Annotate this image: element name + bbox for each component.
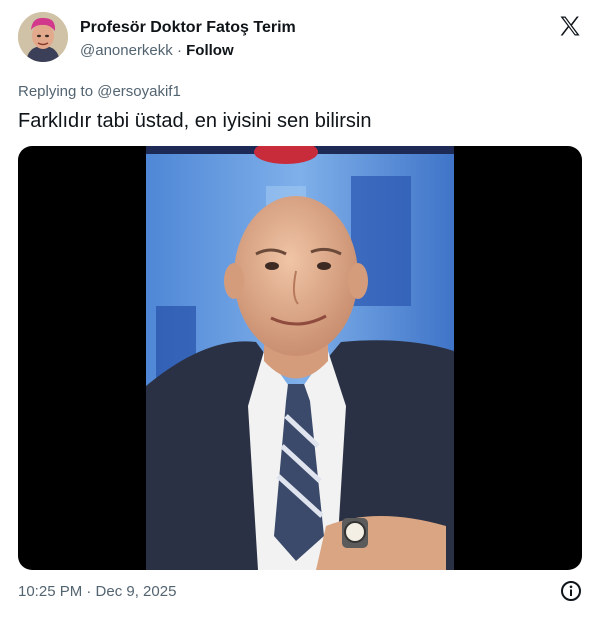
avatar-image — [18, 12, 68, 62]
author-handle-line: @anonerkekk · Follow — [80, 41, 296, 61]
info-icon[interactable] — [560, 580, 582, 602]
tweet-timestamp[interactable]: 10:25 PM · Dec 9, 2025 — [18, 582, 176, 602]
tweet-text: Farklıdır tabi üstad, en iyisini sen bil… — [18, 110, 372, 132]
tweet-header: Profesör Doktor Fatoş Terim @anonerkekk … — [18, 12, 582, 68]
reply-mention-link[interactable]: @ersoyakif1 — [97, 83, 181, 100]
tweet-media[interactable] — [18, 146, 582, 570]
author-info: Profesör Doktor Fatoş Terim @anonerkekk … — [80, 18, 296, 61]
tweet-footer: 10:25 PM · Dec 9, 2025 — [18, 580, 582, 604]
author-display-name[interactable]: Profesör Doktor Fatoş Terim — [80, 18, 296, 38]
x-logo-icon[interactable] — [558, 14, 582, 38]
author-avatar[interactable] — [18, 12, 68, 62]
replying-to-prefix: Replying to — [18, 83, 94, 100]
man-in-suit-photo — [146, 146, 454, 570]
separator: · — [176, 42, 182, 59]
replying-to-line: Replying to @ersoyakif1 — [18, 82, 181, 102]
author-handle[interactable]: @anonerkekk — [80, 42, 173, 59]
follow-button[interactable]: Follow — [186, 42, 234, 59]
